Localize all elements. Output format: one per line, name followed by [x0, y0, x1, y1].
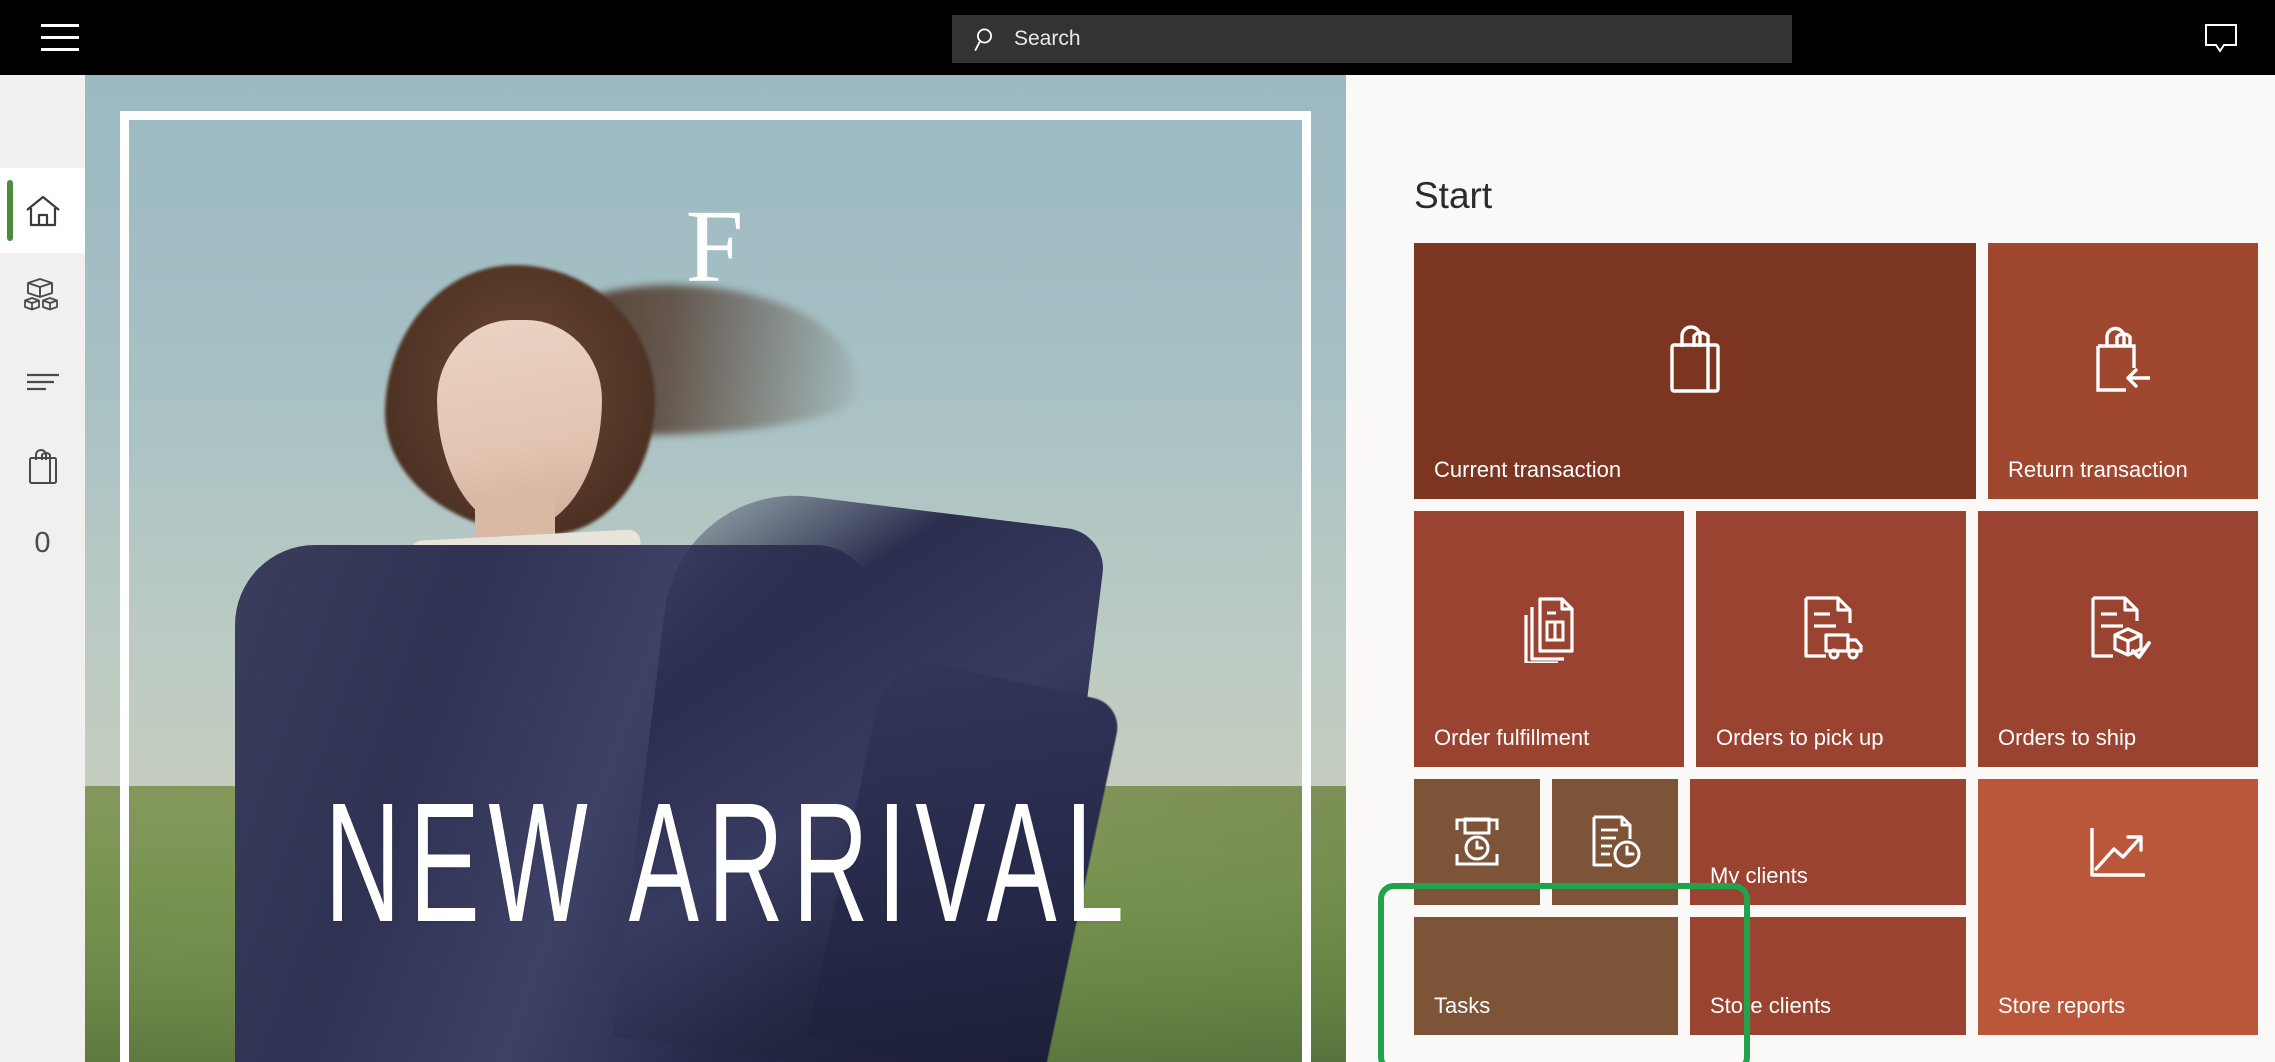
sidebar-item-cart[interactable]	[0, 423, 85, 508]
promotional-banner: F NEW ARRIVAL	[85, 75, 1346, 1062]
hamburger-menu-icon[interactable]	[18, 0, 102, 75]
clock-register-icon	[1414, 779, 1540, 905]
tile-order-fulfillment[interactable]: Order fulfillment	[1414, 511, 1684, 767]
hamburger-bar-2	[41, 36, 79, 39]
tile-orders-to-ship[interactable]: Orders to ship	[1978, 511, 2258, 767]
search-icon	[974, 26, 1000, 52]
sidebar-item-lines[interactable]	[0, 338, 85, 423]
tile-label: My clients	[1710, 863, 1808, 888]
tile-label: Order fulfillment	[1434, 725, 1590, 750]
bag-return-arrow-icon	[1988, 243, 2258, 477]
pos-start-screen: Search 0 F NEW ARRIVAL Start Current tra…	[0, 0, 2275, 1062]
hamburger-bar-3	[41, 48, 79, 51]
tile-my-clients[interactable]: My clients	[1690, 779, 1966, 905]
banner-headline: NEW ARRIVAL	[324, 768, 1133, 958]
tile-label: Orders to pick up	[1716, 725, 1884, 750]
tile-label: Store reports	[1998, 993, 2126, 1018]
shopping-bag-icon	[1414, 243, 1976, 477]
tile-label: Current transaction	[1434, 457, 1622, 482]
page-title: Start	[1414, 175, 1493, 216]
tile-store-reports[interactable]: Store reports	[1978, 779, 2258, 1035]
tile-time-sheet[interactable]	[1552, 779, 1678, 905]
chat-bubble-icon[interactable]	[2185, 0, 2257, 75]
document-box-check-icon	[1978, 511, 2258, 745]
sidebar-item-home[interactable]	[0, 168, 85, 253]
shopping-bag-icon	[26, 446, 60, 486]
search-placeholder: Search	[1014, 27, 1081, 50]
tile-label: Store clients	[1710, 993, 1832, 1018]
trend-chart-icon	[1978, 779, 2258, 927]
home-icon	[23, 192, 63, 230]
tile-store-clients[interactable]: Store clients	[1690, 917, 1966, 1035]
search-input[interactable]: Search	[952, 15, 1792, 63]
tile-label: Orders to ship	[1998, 725, 2137, 750]
document-truck-icon	[1696, 511, 1966, 745]
banner-brand-logo: F	[685, 189, 746, 304]
start-panel: Start Current transaction Return transac…	[1346, 75, 2275, 1062]
tile-current-transaction[interactable]: Current transaction	[1414, 243, 1976, 499]
documents-icon	[1414, 511, 1684, 745]
sidebar-item-products[interactable]	[0, 253, 85, 338]
cart-item-count: 0	[34, 526, 51, 559]
list-lines-icon	[24, 368, 62, 394]
tile-orders-to-pick-up[interactable]: Orders to pick up	[1696, 511, 1966, 767]
left-navigation-rail: 0	[0, 75, 85, 1062]
hamburger-bar-1	[41, 24, 79, 27]
tile-label: Tasks	[1434, 993, 1491, 1018]
tile-label: Return transaction	[2008, 457, 2188, 482]
top-app-bar: Search	[0, 0, 2275, 75]
document-clock-icon	[1552, 779, 1678, 905]
tile-time-clock[interactable]	[1414, 779, 1540, 905]
tile-tasks[interactable]: Tasks	[1414, 917, 1678, 1035]
tile-return-transaction[interactable]: Return transaction	[1988, 243, 2258, 499]
boxes-icon	[22, 276, 64, 316]
